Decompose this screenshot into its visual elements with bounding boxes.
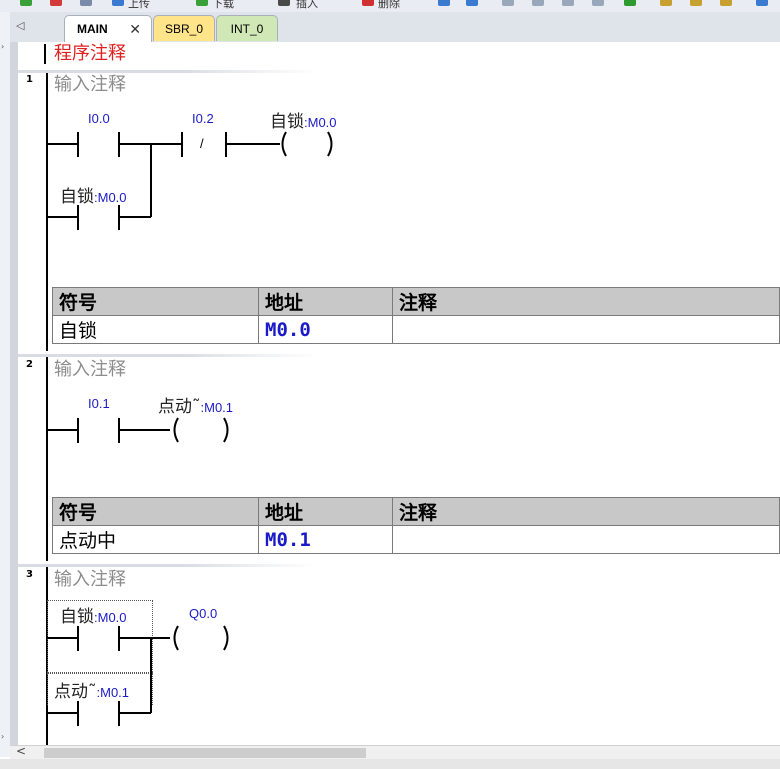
network-3-ladder: [47, 625, 229, 726]
symbol-address: :M0.1: [96, 685, 130, 700]
scrollbar-thumb[interactable]: [44, 748, 366, 758]
symbol-name: 自锁: [60, 607, 94, 627]
symbol-address: :M0.0: [94, 610, 127, 625]
coil-label-q0-0[interactable]: Q0.0: [189, 606, 217, 621]
contact-label-m0-0[interactable]: 自锁:M0.0: [60, 602, 127, 627]
scroll-left-icon[interactable]: <: [16, 744, 26, 758]
status-strip: [0, 759, 780, 769]
horizontal-scrollbar[interactable]: <: [10, 744, 780, 760]
coil-right-arc: [223, 625, 229, 651]
symbol-name: 点动˜: [54, 682, 97, 702]
coil-left-arc: [173, 625, 179, 651]
contact-label-m0-1[interactable]: 点动˜:M0.1: [54, 677, 129, 702]
